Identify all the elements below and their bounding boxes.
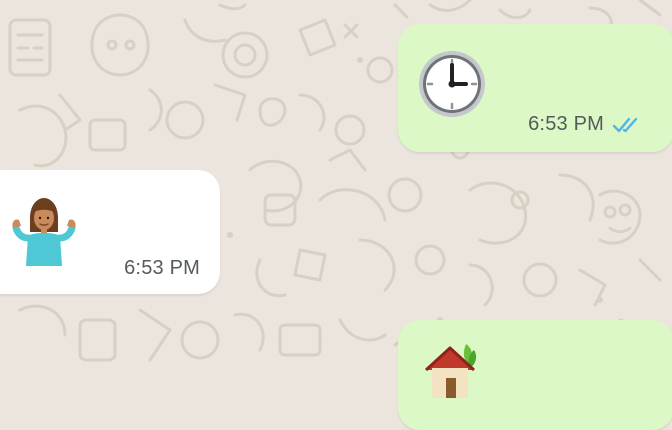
clock-emoji — [419, 51, 485, 117]
message-bubble-outgoing[interactable] — [398, 320, 672, 430]
message-timestamp: 6:53 PM — [528, 113, 604, 135]
double-check-icon — [612, 117, 638, 132]
house-with-garden-emoji — [424, 344, 477, 398]
message-bubble-outgoing[interactable]: 6:53 PM — [398, 24, 672, 152]
message-bubble-incoming[interactable]: 6:53 PM — [0, 170, 220, 294]
message-meta: 6:53 PM — [124, 257, 200, 280]
message-meta: 6:53 PM — [528, 113, 642, 136]
person-shrugging-emoji — [12, 198, 76, 266]
message-timestamp: 6:53 PM — [124, 257, 200, 279]
